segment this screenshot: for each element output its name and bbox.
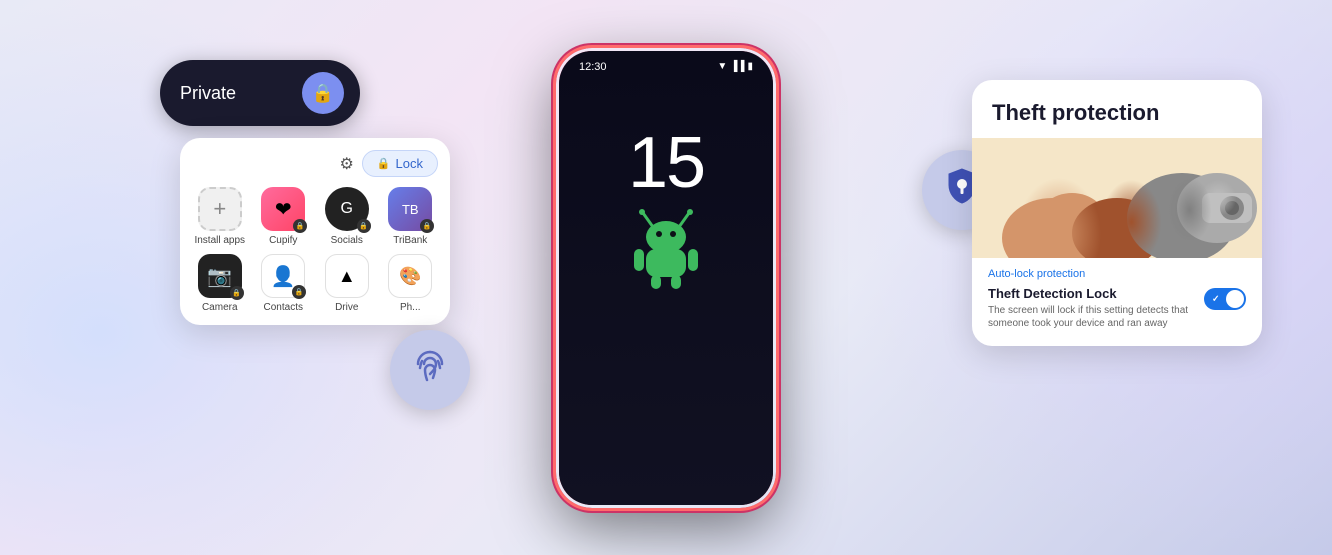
app-label: Socials [331,235,363,246]
camera-icon: 📷 🔒 [198,254,242,298]
app-label: Ph... [400,302,421,313]
list-item[interactable]: TB 🔒 TriBank [383,187,439,246]
lock-button[interactable]: 🔒 Lock [362,150,438,177]
app-label: Install apps [194,235,245,246]
list-item[interactable]: ❤ 🔒 Cupify [256,187,312,246]
settings-icon[interactable]: ⚙ [339,154,353,174]
list-item[interactable]: 👤 🔒 Contacts [256,254,312,313]
app-drawer-header: ⚙ 🔒 Lock [192,150,438,177]
app-lock-badge: 🔒 [420,219,434,233]
fingerprint-bubble [390,330,470,410]
drive-icon: ▲ [325,254,369,298]
status-time: 12:30 [579,61,607,73]
fingerprint-icon [410,346,450,395]
list-item[interactable]: 🎨 Ph... [383,254,439,313]
battery-icon: ▮ [747,61,753,72]
status-icons: ▼ ▐▐ ▮ [717,61,753,72]
app-lock-badge: 🔒 [230,286,244,300]
app-label: Contacts [264,302,303,313]
app-lock-badge: 🔒 [357,219,371,233]
socials-icon: G 🔒 [325,187,369,231]
theft-detection-row: Theft Detection Lock The screen will loc… [988,286,1246,330]
theft-illustration [972,138,1262,258]
auto-lock-label: Auto-lock protection [988,268,1246,280]
tribank-icon: TB 🔒 [388,187,432,231]
phone-screen: 12:30 ▼ ▐▐ ▮ 15 [559,51,773,505]
list-item[interactable]: ▲ Drive [319,254,375,313]
private-pill[interactable]: Private 🔒 [160,60,360,126]
app-grid: + Install apps ❤ 🔒 Cupify G 🔒 Socials [192,187,438,313]
app-drawer-card: ⚙ 🔒 Lock + Install apps ❤ 🔒 Cupify [180,138,450,325]
phone-status-bar: 12:30 ▼ ▐▐ ▮ [559,61,773,73]
photos-icon: 🎨 [388,254,432,298]
private-lock-circle: 🔒 [302,72,344,114]
theft-detection-title: Theft Detection Lock [988,286,1194,301]
list-item[interactable]: + Install apps [192,187,248,246]
app-lock-badge: 🔒 [293,219,307,233]
phone-body: 12:30 ▼ ▐▐ ▮ 15 [556,48,776,508]
theft-card-body: Auto-lock protection Theft Detection Loc… [972,258,1262,346]
lock-icon: 🔒 [312,83,334,104]
phone-clock: 15 [628,127,704,199]
app-label: Camera [202,302,238,313]
list-item[interactable]: 📷 🔒 Camera [192,254,248,313]
app-label: Cupify [269,235,297,246]
theft-card-header: Theft protection [972,80,1262,138]
wifi-icon: ▼ [717,61,727,72]
app-label: TriBank [393,235,427,246]
theft-protection-title: Theft protection [992,100,1242,126]
app-label: Drive [335,302,358,313]
install-apps-icon: + [198,187,242,231]
contacts-icon: 👤 🔒 [261,254,305,298]
toggle-check-icon: ✓ [1212,294,1220,305]
list-item[interactable]: G 🔒 Socials [319,187,375,246]
theft-detection-text: Theft Detection Lock The screen will loc… [988,286,1194,330]
phone-device: 12:30 ▼ ▐▐ ▮ 15 [556,48,776,508]
private-space-panel: Private 🔒 ⚙ 🔒 Lock + Install apps ❤ [160,60,440,325]
theft-protection-card: Theft protection Auto-lock protection Th… [972,80,1262,346]
private-label: Private [180,83,292,104]
lock-btn-label: Lock [396,156,423,171]
app-lock-badge: 🔒 [292,285,306,299]
cupify-icon: ❤ 🔒 [261,187,305,231]
lock-btn-icon: 🔒 [377,157,391,170]
signal-icon: ▐▐ [730,61,744,72]
theft-detection-desc: The screen will lock if this setting det… [988,304,1194,330]
android-robot-icon [621,199,711,289]
theft-detection-toggle[interactable]: ✓ [1204,288,1246,310]
